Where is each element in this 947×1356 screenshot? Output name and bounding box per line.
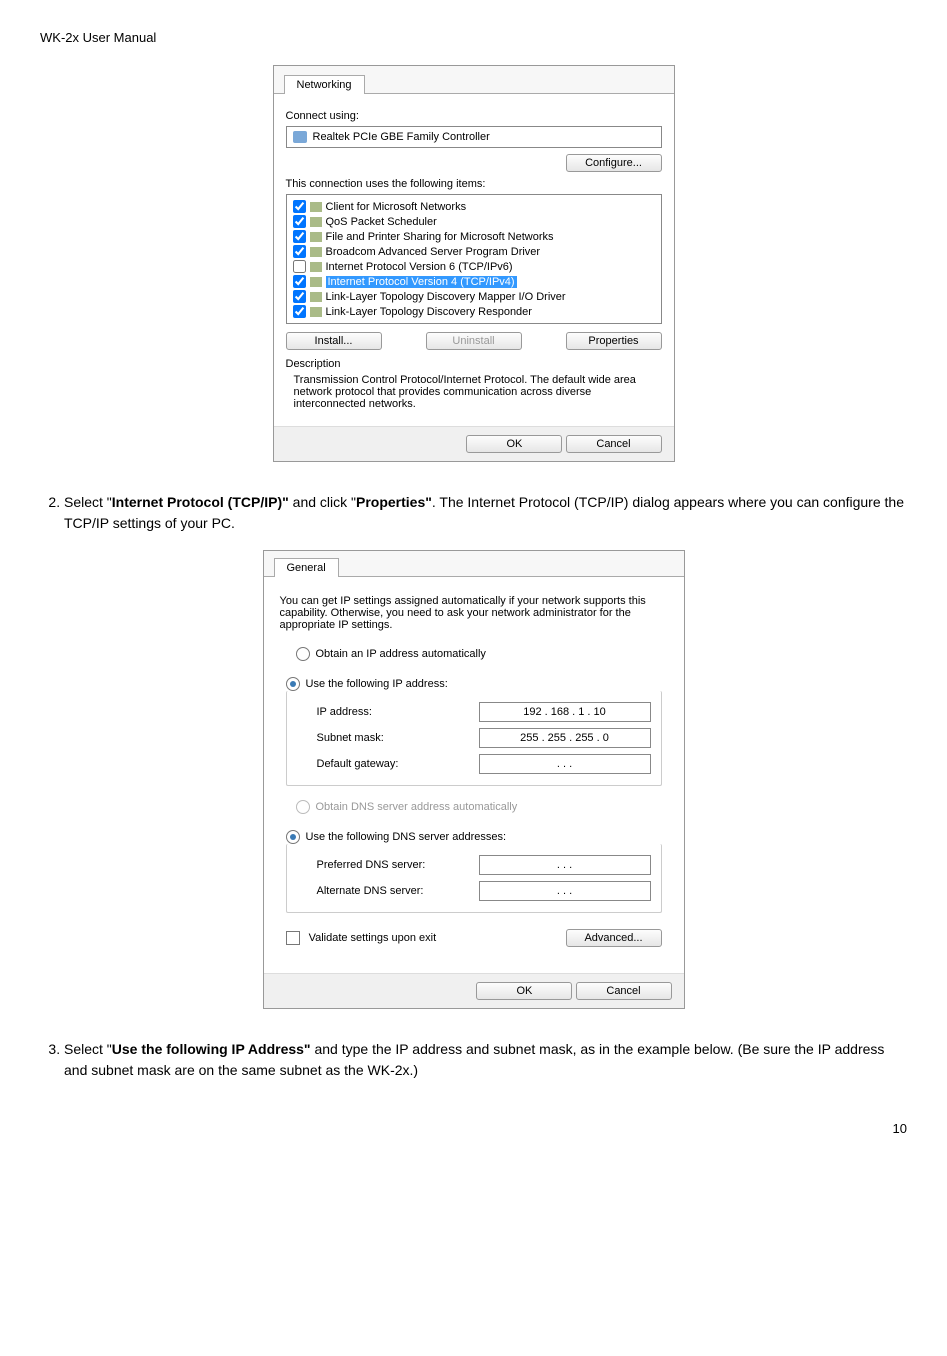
ok-button[interactable]: OK [466, 435, 562, 453]
item-label: Client for Microsoft Networks [326, 201, 467, 213]
document-header: WK-2x User Manual [40, 30, 907, 45]
adapter-icon [293, 131, 307, 143]
radio-obtain-ip-auto[interactable]: Obtain an IP address automatically [296, 645, 652, 663]
radio-icon [296, 647, 310, 661]
page-number: 10 [40, 1121, 907, 1136]
item-label: QoS Packet Scheduler [326, 216, 437, 228]
item-checkbox[interactable] [293, 275, 306, 288]
default-gateway-input[interactable]: . . . [479, 754, 651, 774]
list-item[interactable]: Broadcom Advanced Server Program Driver [291, 244, 657, 259]
item-label: Link-Layer Topology Discovery Mapper I/O… [326, 291, 566, 303]
item-checkbox[interactable] [293, 200, 306, 213]
network-item-icon [310, 232, 322, 242]
adapter-field[interactable]: Realtek PCIe GBE Family Controller [286, 126, 662, 148]
ok-button[interactable]: OK [476, 982, 572, 1000]
advanced-button[interactable]: Advanced... [566, 929, 662, 947]
description-title: Description [286, 358, 662, 370]
radio-icon [286, 677, 300, 691]
configure-button[interactable]: Configure... [566, 154, 662, 172]
list-item[interactable]: Internet Protocol Version 6 (TCP/IPv6) [291, 259, 657, 274]
item-label: Internet Protocol Version 6 (TCP/IPv6) [326, 261, 513, 273]
network-item-icon [310, 217, 322, 227]
network-item-icon [310, 202, 322, 212]
subnet-mask-label: Subnet mask: [317, 732, 384, 744]
validate-settings-checkbox[interactable]: Validate settings upon exit [286, 931, 437, 945]
default-gateway-label: Default gateway: [317, 758, 399, 770]
radio-label: Use the following IP address: [306, 678, 448, 690]
install-button[interactable]: Install... [286, 332, 382, 350]
intro-text: You can get IP settings assigned automat… [280, 595, 668, 631]
list-item[interactable]: Client for Microsoft Networks [291, 199, 657, 214]
network-item-icon [310, 292, 322, 302]
item-checkbox[interactable] [293, 305, 306, 318]
networking-tab[interactable]: Networking [284, 75, 365, 94]
radio-label: Use the following DNS server addresses: [306, 831, 507, 843]
item-checkbox[interactable] [293, 290, 306, 303]
alternate-dns-input[interactable]: . . . [479, 881, 651, 901]
tcpip-properties-dialog: General You can get IP settings assigned… [263, 550, 685, 1009]
adapter-name: Realtek PCIe GBE Family Controller [313, 131, 490, 143]
item-checkbox[interactable] [293, 260, 306, 273]
radio-icon [296, 800, 310, 814]
connection-items-list[interactable]: Client for Microsoft Networks QoS Packet… [286, 194, 662, 324]
network-item-icon [310, 262, 322, 272]
items-list-label: This connection uses the following items… [286, 178, 662, 190]
item-checkbox[interactable] [293, 230, 306, 243]
preferred-dns-label: Preferred DNS server: [317, 859, 426, 871]
item-checkbox[interactable] [293, 215, 306, 228]
step-3: Select "Use the following IP Address" an… [64, 1039, 907, 1081]
preferred-dns-input[interactable]: . . . [479, 855, 651, 875]
radio-obtain-dns-auto: Obtain DNS server address automatically [296, 798, 652, 816]
uninstall-button: Uninstall [426, 332, 522, 350]
list-item[interactable]: Internet Protocol Version 4 (TCP/IPv4) [291, 274, 657, 289]
networking-properties-dialog: Networking Connect using: Realtek PCIe G… [273, 65, 675, 462]
general-tab[interactable]: General [274, 558, 339, 577]
list-item[interactable]: QoS Packet Scheduler [291, 214, 657, 229]
item-label: Broadcom Advanced Server Program Driver [326, 246, 541, 258]
checkbox-icon [286, 931, 300, 945]
step-2: Select "Internet Protocol (TCP/IP)" and … [64, 492, 907, 534]
alternate-dns-label: Alternate DNS server: [317, 885, 424, 897]
connect-using-label: Connect using: [286, 110, 662, 122]
network-item-icon [310, 247, 322, 257]
description-text: Transmission Control Protocol/Internet P… [294, 374, 662, 410]
cancel-button[interactable]: Cancel [576, 982, 672, 1000]
network-item-icon [310, 307, 322, 317]
item-label: Link-Layer Topology Discovery Responder [326, 306, 532, 318]
list-item[interactable]: Link-Layer Topology Discovery Responder [291, 304, 657, 319]
list-item[interactable]: File and Printer Sharing for Microsoft N… [291, 229, 657, 244]
item-checkbox[interactable] [293, 245, 306, 258]
ip-address-label: IP address: [317, 706, 372, 718]
radio-label: Obtain an IP address automatically [316, 648, 486, 660]
network-item-icon [310, 277, 322, 287]
item-label-selected: Internet Protocol Version 4 (TCP/IPv4) [326, 276, 517, 288]
properties-button[interactable]: Properties [566, 332, 662, 350]
radio-icon [286, 830, 300, 844]
radio-label: Obtain DNS server address automatically [316, 801, 518, 813]
subnet-mask-input[interactable]: 255 . 255 . 255 . 0 [479, 728, 651, 748]
item-label: File and Printer Sharing for Microsoft N… [326, 231, 554, 243]
validate-label: Validate settings upon exit [309, 932, 437, 944]
ip-address-input[interactable]: 192 . 168 . 1 . 10 [479, 702, 651, 722]
list-item[interactable]: Link-Layer Topology Discovery Mapper I/O… [291, 289, 657, 304]
cancel-button[interactable]: Cancel [566, 435, 662, 453]
